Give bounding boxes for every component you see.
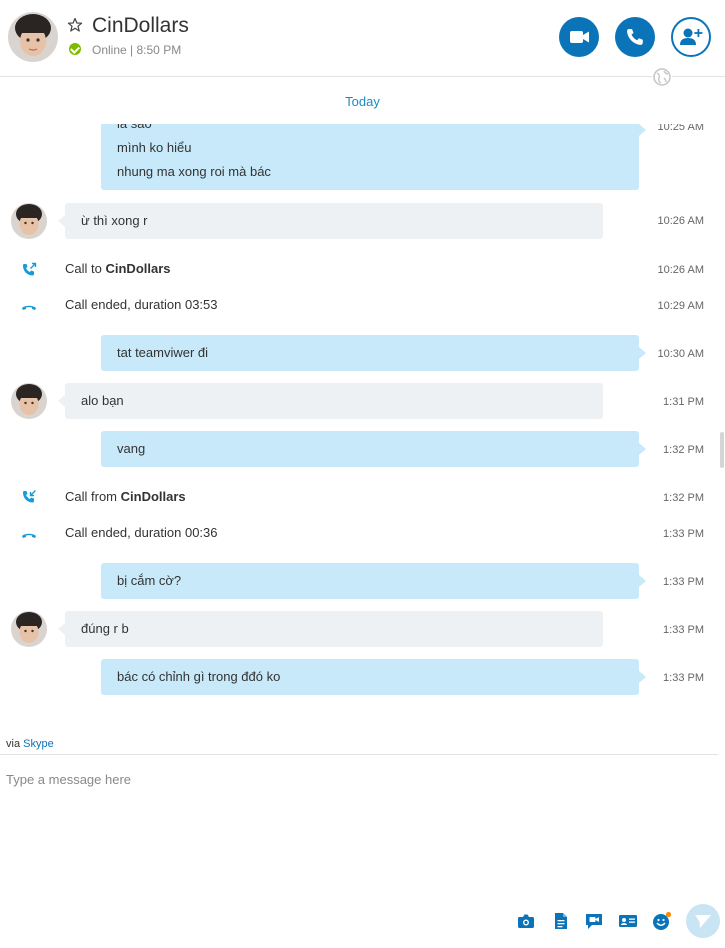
message-timestamp: 1:33 PM bbox=[663, 528, 704, 540]
scrollbar-thumb[interactable] bbox=[720, 432, 724, 468]
contact-status: Online | 8:50 PM bbox=[92, 43, 181, 57]
call-contact: CinDollars bbox=[105, 261, 171, 276]
message-text: đúng r b bbox=[81, 621, 129, 636]
video-call-button[interactable] bbox=[559, 17, 599, 57]
message-timestamp: 1:32 PM bbox=[663, 492, 704, 504]
globe-icon bbox=[653, 68, 671, 86]
message-timestamp: 1:33 PM bbox=[663, 672, 704, 684]
message-bubble-incoming[interactable]: alo bạn bbox=[58, 383, 603, 419]
message-timestamp: 1:32 PM bbox=[663, 444, 704, 456]
send-media-icon[interactable] bbox=[515, 910, 537, 932]
call-direction: Call from bbox=[65, 489, 118, 504]
via-label: via Skype bbox=[6, 738, 54, 750]
message-input[interactable] bbox=[6, 772, 706, 892]
sender-avatar[interactable] bbox=[11, 203, 47, 239]
call-event: Call to CinDollars bbox=[65, 261, 171, 276]
sender-avatar[interactable] bbox=[11, 383, 47, 419]
sender-avatar[interactable] bbox=[11, 611, 47, 647]
message-timestamp: 1:33 PM bbox=[663, 624, 704, 636]
message-timestamp: 10:26 AM bbox=[657, 215, 704, 227]
contact-name[interactable]: CinDollars bbox=[92, 14, 189, 38]
send-contact-icon[interactable] bbox=[617, 910, 639, 932]
message-text: alo bạn bbox=[81, 393, 124, 408]
skype-link[interactable]: Skype bbox=[23, 738, 54, 750]
message-bubble-outgoing[interactable]: bị cắm cờ? bbox=[101, 563, 646, 599]
message-line: là sao bbox=[117, 124, 639, 136]
call-ended-icon bbox=[22, 533, 36, 538]
call-direction: Call to bbox=[65, 261, 102, 276]
local-time: 8:50 PM bbox=[136, 43, 182, 57]
message-text: ừ thì xong r bbox=[81, 213, 148, 228]
add-contact-icon bbox=[680, 28, 703, 45]
message-text: tat teamviwer đi bbox=[117, 345, 209, 360]
send-button[interactable] bbox=[686, 904, 720, 938]
message-bubble-incoming[interactable]: đúng r b bbox=[58, 611, 603, 647]
send-file-icon[interactable] bbox=[550, 910, 572, 932]
message-bubble-outgoing[interactable]: bác có chỉnh gì trong đđó ko bbox=[101, 659, 646, 695]
video-message-icon[interactable] bbox=[583, 910, 605, 932]
composer-divider bbox=[0, 754, 718, 755]
message-timestamp: 1:33 PM bbox=[663, 576, 704, 588]
call-ended-text: Call ended, duration 03:53 bbox=[65, 297, 218, 312]
call-ended-icon bbox=[22, 305, 36, 310]
date-divider: Today bbox=[345, 94, 380, 109]
video-call-icon bbox=[570, 31, 589, 43]
message-list[interactable]: là sao mình ko hiểu nhung ma xong roi mà… bbox=[0, 124, 725, 734]
call-ended-text: Call ended, duration 00:36 bbox=[65, 525, 218, 540]
message-timestamp: 10:29 AM bbox=[657, 300, 704, 312]
message-text: bị cắm cờ? bbox=[117, 573, 182, 588]
message-timestamp: 1:31 PM bbox=[663, 396, 704, 408]
status-label: Online bbox=[92, 43, 127, 57]
message-timestamp: 10:30 AM bbox=[657, 348, 704, 360]
message-timestamp: 10:26 AM bbox=[657, 264, 704, 276]
via-text: via bbox=[6, 738, 21, 750]
message-line: mình ko hiểu bbox=[117, 140, 192, 155]
contact-avatar[interactable] bbox=[8, 12, 58, 62]
message-text: vang bbox=[117, 441, 146, 456]
call-event: Call from CinDollars bbox=[65, 489, 186, 504]
call-contact: CinDollars bbox=[120, 489, 186, 504]
translator-button[interactable] bbox=[652, 67, 672, 87]
conversation-header: CinDollars Online | 8:50 PM bbox=[0, 0, 725, 87]
phone-icon bbox=[626, 29, 643, 45]
message-text: bác có chỉnh gì trong đđó ko bbox=[117, 669, 281, 684]
message-bubble-outgoing[interactable]: tat teamviwer đi bbox=[101, 335, 646, 371]
message-timestamp: 10:25 AM bbox=[657, 124, 704, 133]
online-status-icon bbox=[69, 43, 81, 55]
status-separator: | bbox=[130, 43, 134, 57]
emoticon-icon[interactable] bbox=[651, 910, 673, 932]
incoming-call-icon bbox=[22, 490, 36, 503]
message-bubble-outgoing[interactable]: là sao mình ko hiểu nhung ma xong roi mà… bbox=[101, 124, 646, 190]
star-icon[interactable] bbox=[67, 17, 83, 33]
outgoing-call-icon bbox=[22, 262, 37, 276]
audio-call-button[interactable] bbox=[615, 17, 655, 57]
add-people-button[interactable] bbox=[671, 17, 711, 57]
message-line: nhung ma xong roi mà bác bbox=[117, 164, 271, 179]
message-bubble-outgoing[interactable]: vang bbox=[101, 431, 646, 467]
message-bubble-incoming[interactable]: ừ thì xong r bbox=[58, 203, 603, 239]
send-icon bbox=[695, 915, 711, 928]
